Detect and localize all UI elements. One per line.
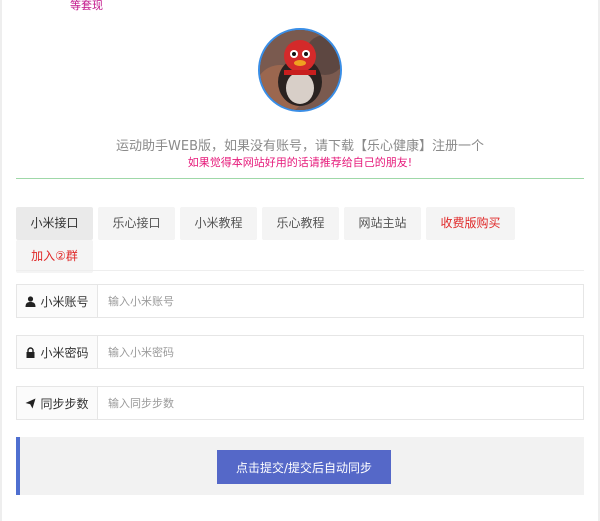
tab-xiaomi-tutorial[interactable]: 小米教程: [180, 207, 257, 240]
account-input[interactable]: [98, 285, 583, 317]
divider: [16, 178, 584, 179]
tab-main-site[interactable]: 网站主站: [344, 207, 421, 240]
tab-join-group[interactable]: 加入②群: [16, 240, 93, 273]
send-icon: [25, 398, 36, 408]
penguin-avatar-icon: [260, 30, 340, 110]
submit-panel: 点击提交/提交后自动同步: [16, 437, 584, 495]
account-label: 小米账号: [40, 294, 89, 309]
steps-input[interactable]: [98, 387, 583, 419]
password-field: 小米密码: [16, 335, 584, 369]
tab-buy-paid-version[interactable]: 收费版购买: [426, 207, 515, 240]
tab-lexin-api[interactable]: 乐心接口: [98, 207, 175, 240]
lock-icon: [26, 346, 35, 358]
avatar: [258, 28, 342, 112]
account-addon: 小米账号: [17, 285, 98, 317]
password-input[interactable]: [98, 336, 583, 368]
recommend-text: 如果觉得本网站好用的话请推荐给自己的朋友!: [187, 156, 413, 169]
steps-label: 同步步数: [40, 396, 89, 411]
submit-button[interactable]: 点击提交/提交后自动同步: [217, 450, 391, 484]
intro-text: 运动助手WEB版，如果没有账号，请下载【乐心健康】注册一个: [116, 139, 484, 154]
top-note: 等套现: [70, 0, 103, 12]
tab-lexin-tutorial[interactable]: 乐心教程: [262, 207, 339, 240]
tab-underline: [16, 270, 584, 271]
password-label: 小米密码: [40, 345, 89, 360]
steps-field: 同步步数: [16, 386, 584, 420]
steps-addon: 同步步数: [17, 387, 98, 419]
account-field: 小米账号: [16, 284, 584, 318]
password-addon: 小米密码: [17, 336, 98, 368]
tab-xiaomi-api[interactable]: 小米接口: [16, 207, 93, 240]
user-icon: [25, 295, 36, 307]
